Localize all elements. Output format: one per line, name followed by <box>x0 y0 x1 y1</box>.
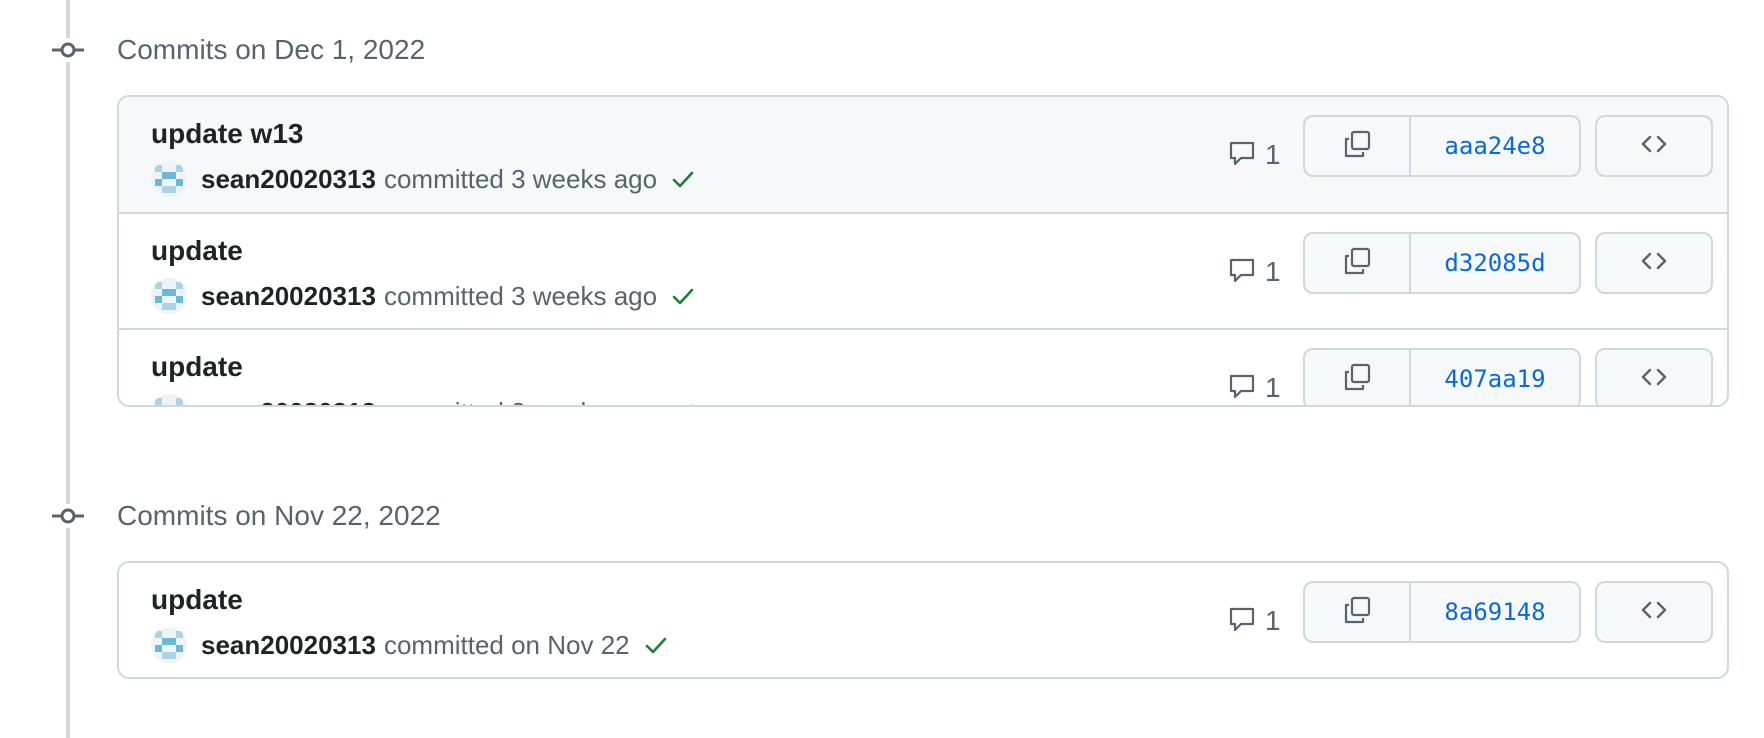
commit-meta: sean20020313 committed on Nov 22 <box>151 625 670 665</box>
copy-sha-button[interactable] <box>1305 117 1411 175</box>
comment-icon <box>1227 255 1257 290</box>
comment-icon <box>1227 138 1257 173</box>
commit-row: update w13 sean20020313 committed 3 week… <box>119 97 1727 212</box>
commit-list: update sean20020313 committed on Nov 22 … <box>117 561 1729 679</box>
copy-icon <box>1342 129 1372 164</box>
commit-meta: sean20020313 committed 3 weeks ago <box>151 276 697 316</box>
browse-repo-button[interactable] <box>1595 232 1713 294</box>
comment-icon <box>1227 371 1257 406</box>
commit-row: update sean20020313 <box>119 212 1727 328</box>
code-icon <box>1639 246 1669 281</box>
copy-icon <box>1342 246 1372 281</box>
browse-repo-button[interactable] <box>1595 115 1713 177</box>
commit-group-title: Commits on Dec 1, 2022 <box>117 34 426 65</box>
commit-sha-link[interactable]: 407aa19 <box>1411 350 1579 405</box>
commit-group-header: Commits on Nov 22, 2022 <box>0 488 1764 544</box>
code-icon <box>1639 595 1669 630</box>
commit-time: committed 3 weeks ago <box>383 163 658 194</box>
timeline-line <box>66 0 70 738</box>
commit-group-title: Commits on Nov 22, 2022 <box>117 500 441 531</box>
comment-link[interactable]: 1 <box>1227 601 1281 641</box>
code-icon <box>1639 129 1669 164</box>
comment-link[interactable]: 1 <box>1227 252 1281 292</box>
check-icon[interactable] <box>642 631 670 659</box>
commit-row: update sean20020313 <box>119 328 1727 406</box>
commit-sha-link[interactable]: 8a69148 <box>1411 583 1579 641</box>
commit-message-link[interactable]: update <box>151 350 243 384</box>
git-commit-icon <box>52 504 84 528</box>
commit-row: update sean20020313 <box>119 563 1727 677</box>
copy-sha-button[interactable] <box>1305 350 1411 405</box>
commit-time: committed 3 weeks ago <box>384 397 657 406</box>
commit-message-link[interactable]: update w13 <box>151 117 303 151</box>
author-link[interactable]: sean20020313 <box>201 281 376 312</box>
comment-link[interactable]: 1 <box>1227 135 1281 175</box>
copy-sha-button[interactable] <box>1305 583 1411 641</box>
comment-count: 1 <box>1265 605 1281 636</box>
sha-button-group: 407aa19 <box>1303 348 1581 405</box>
comment-count: 1 <box>1265 372 1281 403</box>
sha-button-group: 8a69148 <box>1303 581 1581 643</box>
check-icon[interactable] <box>669 165 697 193</box>
commit-list: update w13 sean20020313 committed 3 week… <box>117 95 1729 407</box>
comment-link[interactable]: 1 <box>1227 368 1281 406</box>
commit-time: committed on Nov 22 <box>383 629 630 660</box>
commit-sha-link[interactable]: aaa24e8 <box>1411 117 1579 175</box>
sha-button-group: d32085d <box>1303 232 1581 294</box>
browse-repo-button[interactable] <box>1595 581 1713 643</box>
commit-message-link[interactable]: update <box>151 583 243 617</box>
copy-sha-button[interactable] <box>1305 234 1411 292</box>
commit-time: committed 3 weeks ago <box>383 280 658 311</box>
avatar[interactable] <box>151 278 187 314</box>
check-icon[interactable] <box>669 398 697 405</box>
comment-count: 1 <box>1265 139 1281 170</box>
copy-icon <box>1342 362 1372 397</box>
author-link[interactable]: sean20020313 <box>201 164 376 195</box>
avatar[interactable] <box>151 394 187 405</box>
check-icon[interactable] <box>669 282 697 310</box>
copy-icon <box>1342 595 1372 630</box>
comment-icon <box>1227 604 1257 639</box>
commit-group-header: Commits on Dec 1, 2022 <box>0 22 1764 78</box>
comment-count: 1 <box>1265 256 1281 287</box>
browse-repo-button[interactable] <box>1595 348 1713 405</box>
author-link[interactable]: sean20020313 <box>201 630 376 661</box>
commit-meta: sean20020313 committed 3 weeks ago <box>151 159 697 199</box>
commit-meta: sean20020313 committed 3 weeks ago <box>151 392 697 406</box>
sha-button-group: aaa24e8 <box>1303 115 1581 177</box>
author-link[interactable]: sean20020313 <box>201 397 376 406</box>
git-commit-icon <box>52 38 84 62</box>
avatar[interactable] <box>151 627 187 663</box>
commit-message-link[interactable]: update <box>151 234 243 268</box>
avatar[interactable] <box>151 161 187 197</box>
code-icon <box>1639 362 1669 397</box>
commit-sha-link[interactable]: d32085d <box>1411 234 1579 292</box>
